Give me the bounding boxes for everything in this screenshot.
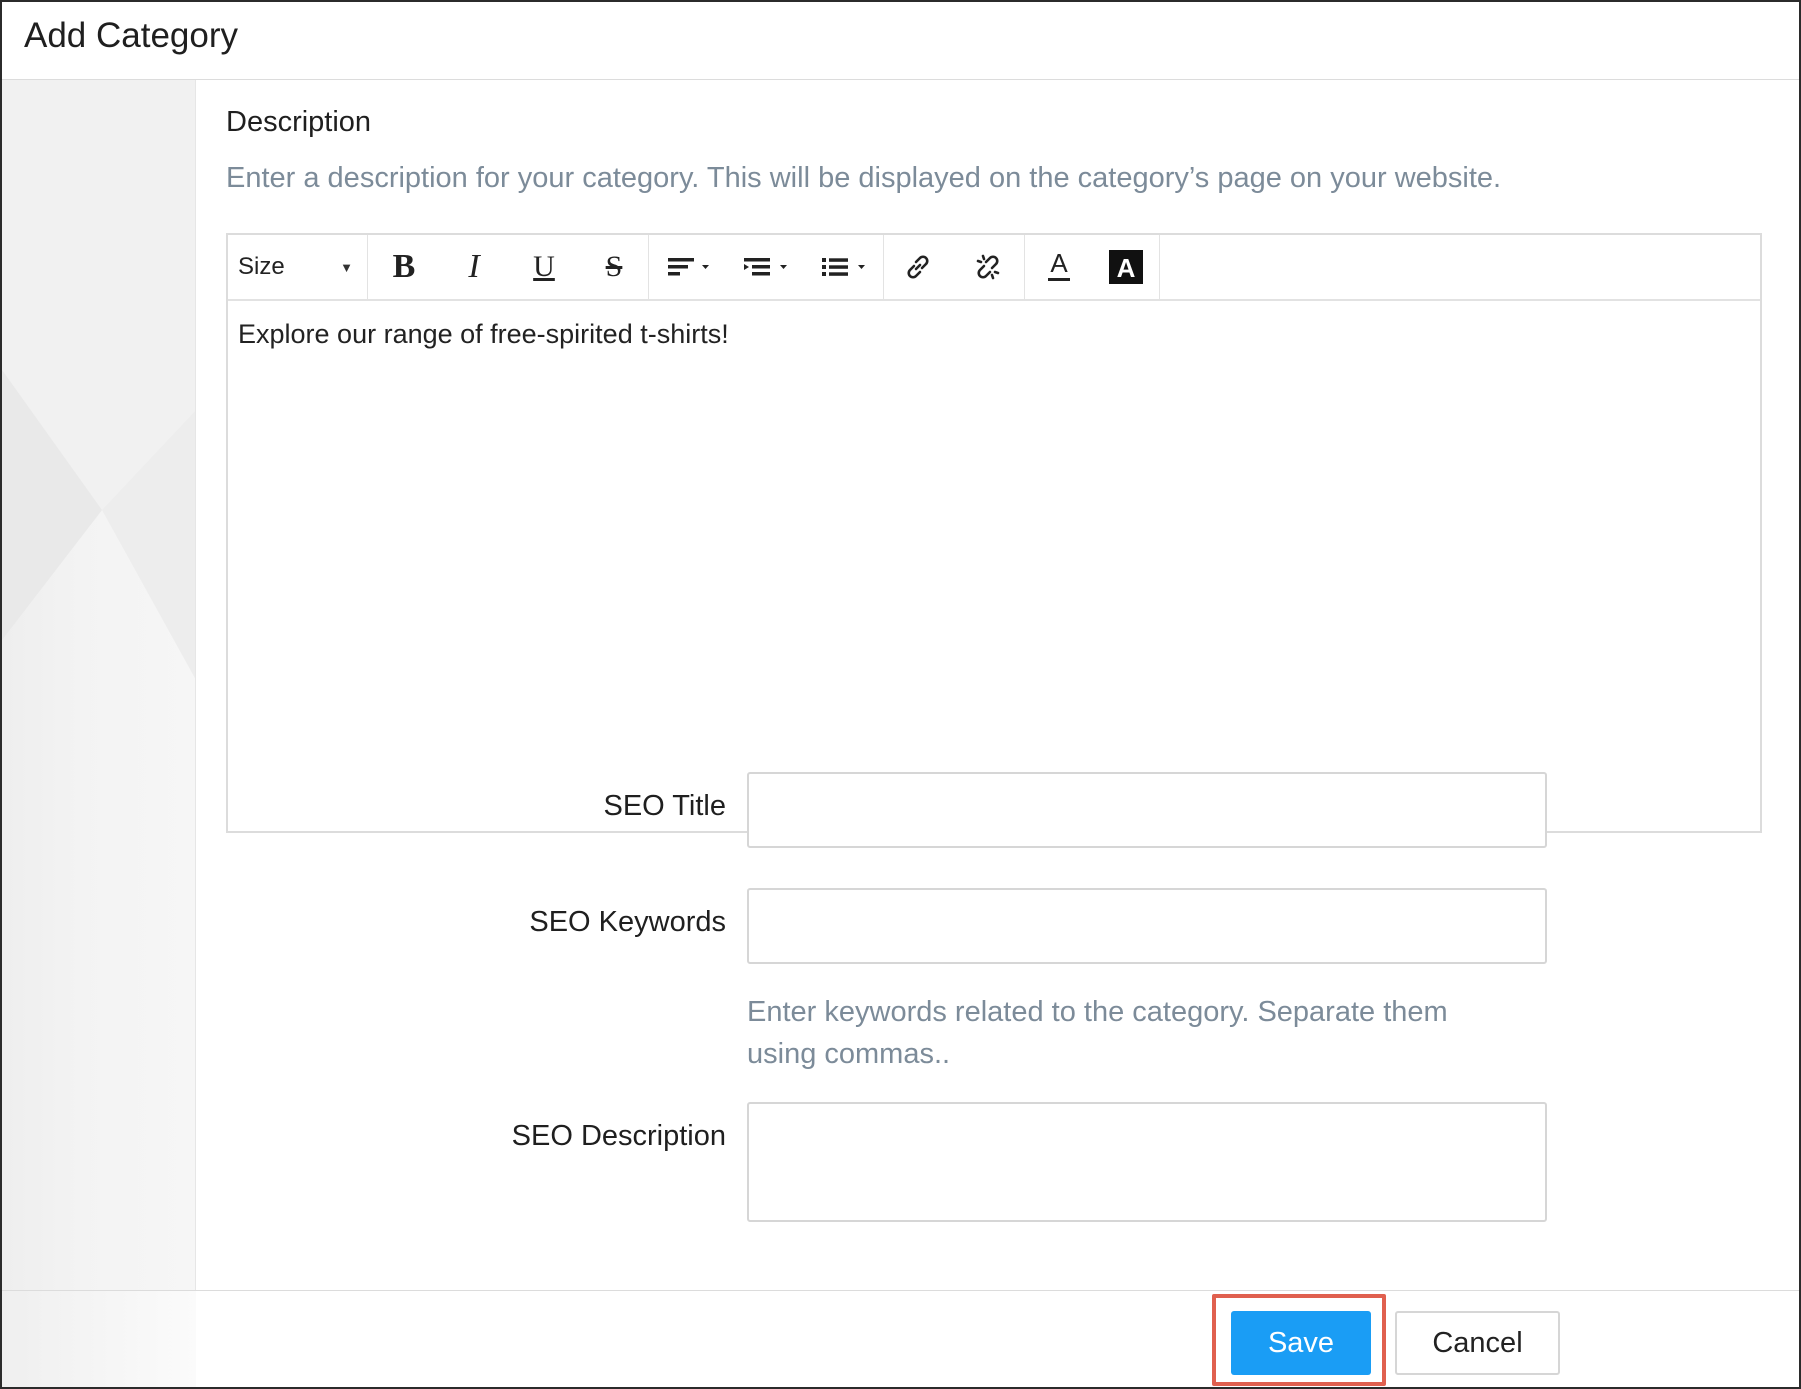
rich-text-editor: Size ▼ B I U S A A Explore our range of … (226, 233, 1762, 833)
left-decorative-panel (2, 80, 196, 1290)
cancel-button[interactable]: Cancel (1395, 1311, 1560, 1375)
footer-decorative-strip (2, 1291, 196, 1387)
background-pattern (2, 80, 195, 679)
link-icon (907, 255, 929, 279)
chevron-down-icon: ▼ (340, 259, 353, 275)
link-button[interactable] (884, 235, 952, 299)
underline-button[interactable]: U (508, 235, 580, 299)
editor-toolbar: Size ▼ B I U S A A (228, 235, 1760, 301)
text-style-group: B I U S (368, 235, 649, 299)
dialog-footer: Save Cancel (2, 1290, 1799, 1387)
description-help-text: Enter a description for your category. T… (226, 162, 1502, 194)
bold-icon: B (392, 248, 416, 285)
dialog-body: Description Enter a description for your… (196, 80, 1799, 1290)
add-category-dialog: Add Category Description Enter a descrip… (0, 0, 1801, 1389)
bold-button[interactable]: B (368, 235, 440, 299)
paragraph-group (649, 235, 884, 299)
dialog-header: Add Category (2, 2, 1799, 80)
seo-keywords-label: SEO Keywords (529, 906, 726, 938)
svg-text:A: A (1050, 249, 1068, 278)
description-label: Description (226, 106, 372, 138)
unlink-button[interactable] (952, 235, 1024, 299)
font-size-label: Size (238, 253, 285, 280)
font-size-dropdown[interactable]: Size ▼ (228, 235, 368, 299)
align-icon (668, 258, 709, 276)
text-color-button[interactable]: A (1025, 235, 1093, 299)
dialog-title: Add Category (24, 16, 239, 55)
color-group: A A (1025, 235, 1160, 299)
text-color-icon: A (1048, 249, 1070, 281)
underline-icon: U (533, 250, 555, 283)
italic-button[interactable]: I (440, 235, 508, 299)
editor-content[interactable]: Explore our range of free-spirited t-shi… (238, 319, 729, 350)
svg-text:A: A (1117, 253, 1136, 283)
strikethrough-button[interactable]: S (580, 235, 648, 299)
seo-title-label: SEO Title (603, 790, 727, 822)
seo-title-input[interactable] (747, 772, 1547, 848)
background-color-icon: A (1109, 250, 1143, 284)
seo-description-label: SEO Description (511, 1120, 726, 1152)
save-button[interactable]: Save (1231, 1311, 1371, 1375)
italic-icon: I (468, 248, 480, 285)
align-button[interactable] (649, 235, 727, 299)
seo-keywords-help-text: Enter keywords related to the category. … (747, 996, 1448, 1070)
seo-keywords-input[interactable] (747, 888, 1547, 964)
background-color-button[interactable]: A (1093, 235, 1159, 299)
indent-button[interactable] (727, 235, 805, 299)
unlink-icon (976, 254, 1000, 280)
strikethrough-icon: S (605, 250, 623, 283)
list-icon (822, 258, 865, 276)
seo-description-input[interactable] (747, 1102, 1547, 1222)
link-group (884, 235, 1025, 299)
indent-icon (744, 258, 787, 276)
list-button[interactable] (805, 235, 883, 299)
